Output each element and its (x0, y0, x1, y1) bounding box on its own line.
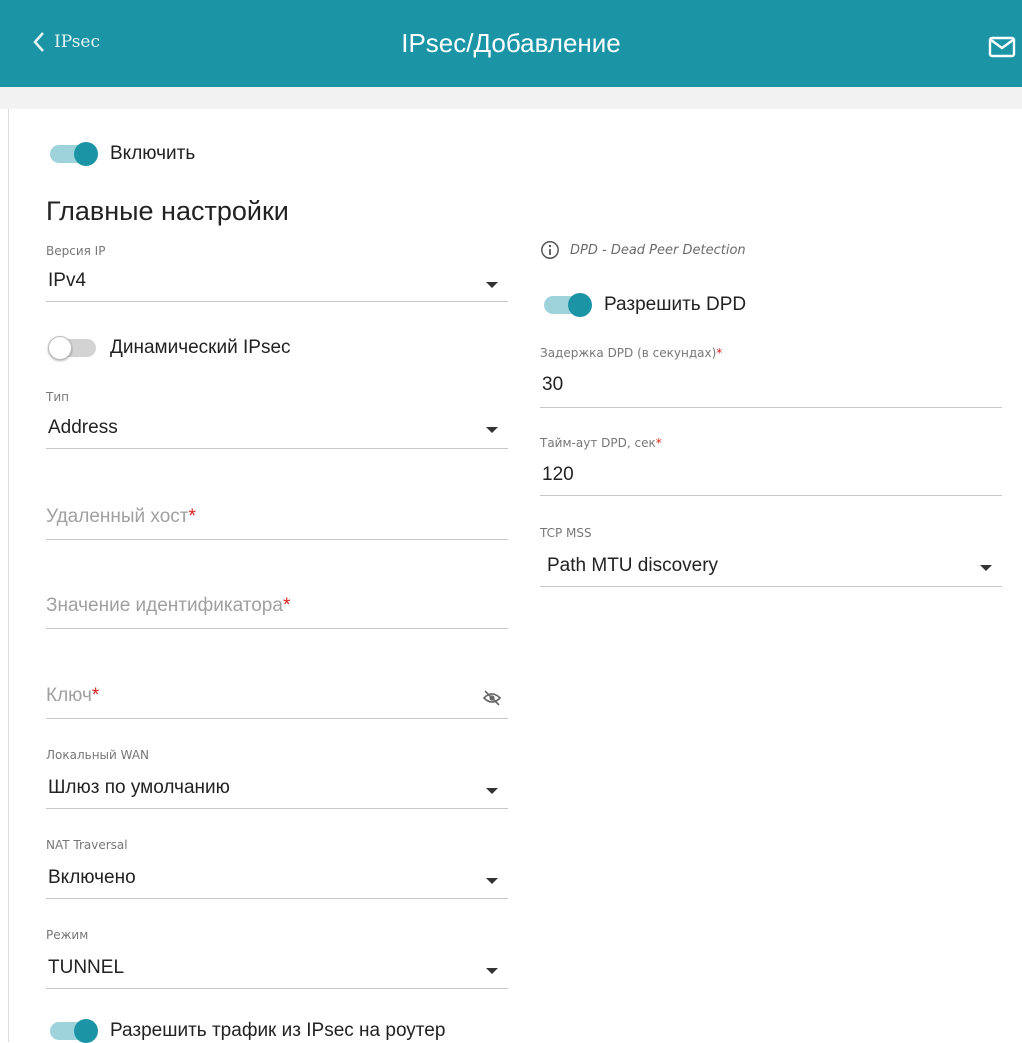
allow-traffic-label: Разрешить трафик из IPsec на роутер (110, 1020, 446, 1041)
ip-version-select[interactable]: Версия IP IPv4 (46, 244, 508, 302)
remote-host-placeholder: Удаленный хост (46, 506, 189, 527)
allow-dpd-label: Разрешить DPD (604, 294, 747, 315)
required-mark: * (282, 595, 291, 616)
type-value: Address (48, 417, 118, 438)
dynamic-ipsec-label: Динамический IPsec (110, 337, 291, 358)
chevron-down-icon (486, 878, 498, 884)
required-mark: * (716, 346, 723, 360)
enable-toggle-label: Включить (110, 143, 196, 164)
ip-version-label: Версия IP (46, 244, 106, 258)
identifier-value-input[interactable]: Значение идентификатора* (46, 595, 508, 629)
chevron-down-icon (486, 427, 498, 433)
dynamic-ipsec-toggle[interactable]: Динамический IPsec (48, 336, 291, 360)
local-wan-value: Шлюз по умолчанию (48, 777, 230, 798)
dpd-timeout-input[interactable]: Тайм-аут DPD, сек* 120 (540, 436, 1002, 496)
dpd-timeout-value: 120 (542, 464, 574, 485)
allow-dpd-toggle[interactable]: Разрешить DPD (544, 293, 747, 317)
chevron-down-icon (486, 282, 498, 288)
nat-traversal-value: Включено (48, 867, 136, 888)
nat-traversal-label: NAT Traversal (46, 838, 128, 852)
tcp-mss-label: TCP MSS (540, 526, 592, 540)
required-mark: * (655, 436, 662, 450)
chevron-down-icon (980, 565, 992, 571)
key-input[interactable]: Ключ* (46, 685, 508, 719)
identifier-value-placeholder: Значение идентификатора (46, 595, 283, 616)
local-wan-select[interactable]: Локальный WAN Шлюз по умолчанию (46, 748, 508, 809)
header-bar: IPsec IPsec/Добавление (0, 0, 1022, 87)
ip-version-value: IPv4 (48, 270, 87, 291)
mode-label: Режим (46, 928, 89, 942)
page-title: IPsec/Добавление (401, 28, 621, 58)
key-placeholder: Ключ (46, 685, 92, 706)
remote-host-input[interactable]: Удаленный хост* (46, 506, 508, 540)
required-mark: * (188, 506, 196, 527)
mode-value: TUNNEL (48, 957, 125, 978)
header-shadow (0, 87, 1022, 109)
allow-traffic-switch[interactable] (50, 1019, 98, 1043)
dpd-delay-input[interactable]: Задержка DPD (в секундах)* 30 (540, 346, 1002, 408)
enable-toggle[interactable]: Включить (50, 142, 196, 166)
dynamic-ipsec-switch[interactable] (48, 336, 96, 360)
allow-dpd-switch[interactable] (544, 293, 592, 317)
chevron-down-icon (486, 788, 498, 794)
type-label: Тип (46, 390, 69, 404)
chevron-down-icon (486, 968, 498, 974)
local-wan-label: Локальный WAN (46, 748, 150, 762)
dpd-info-text: DPD - Dead Peer Detection (570, 242, 746, 258)
tcp-mss-value: Path MTU discovery (547, 555, 719, 576)
mail-icon[interactable] (988, 36, 1018, 58)
dpd-timeout-label: Тайм-аут DPD, сек (540, 436, 656, 450)
allow-traffic-toggle[interactable]: Разрешить трафик из IPsec на роутер (50, 1019, 446, 1043)
type-select[interactable]: Тип Address (46, 390, 508, 449)
content-border (8, 109, 9, 1042)
info-icon (541, 241, 559, 259)
nat-traversal-select[interactable]: NAT Traversal Включено (46, 838, 508, 899)
dpd-delay-label: Задержка DPD (в секундах) (540, 346, 717, 360)
section-title: Главные настройки (46, 196, 289, 226)
dpd-info: DPD - Dead Peer Detection (540, 240, 746, 260)
dpd-delay-value: 30 (542, 374, 564, 395)
tcp-mss-select[interactable]: TCP MSS Path MTU discovery (540, 526, 1002, 587)
eye-off-icon[interactable] (482, 689, 502, 707)
enable-toggle-switch[interactable] (50, 142, 98, 166)
mode-select[interactable]: Режим TUNNEL (46, 928, 508, 989)
required-mark: * (91, 685, 100, 706)
